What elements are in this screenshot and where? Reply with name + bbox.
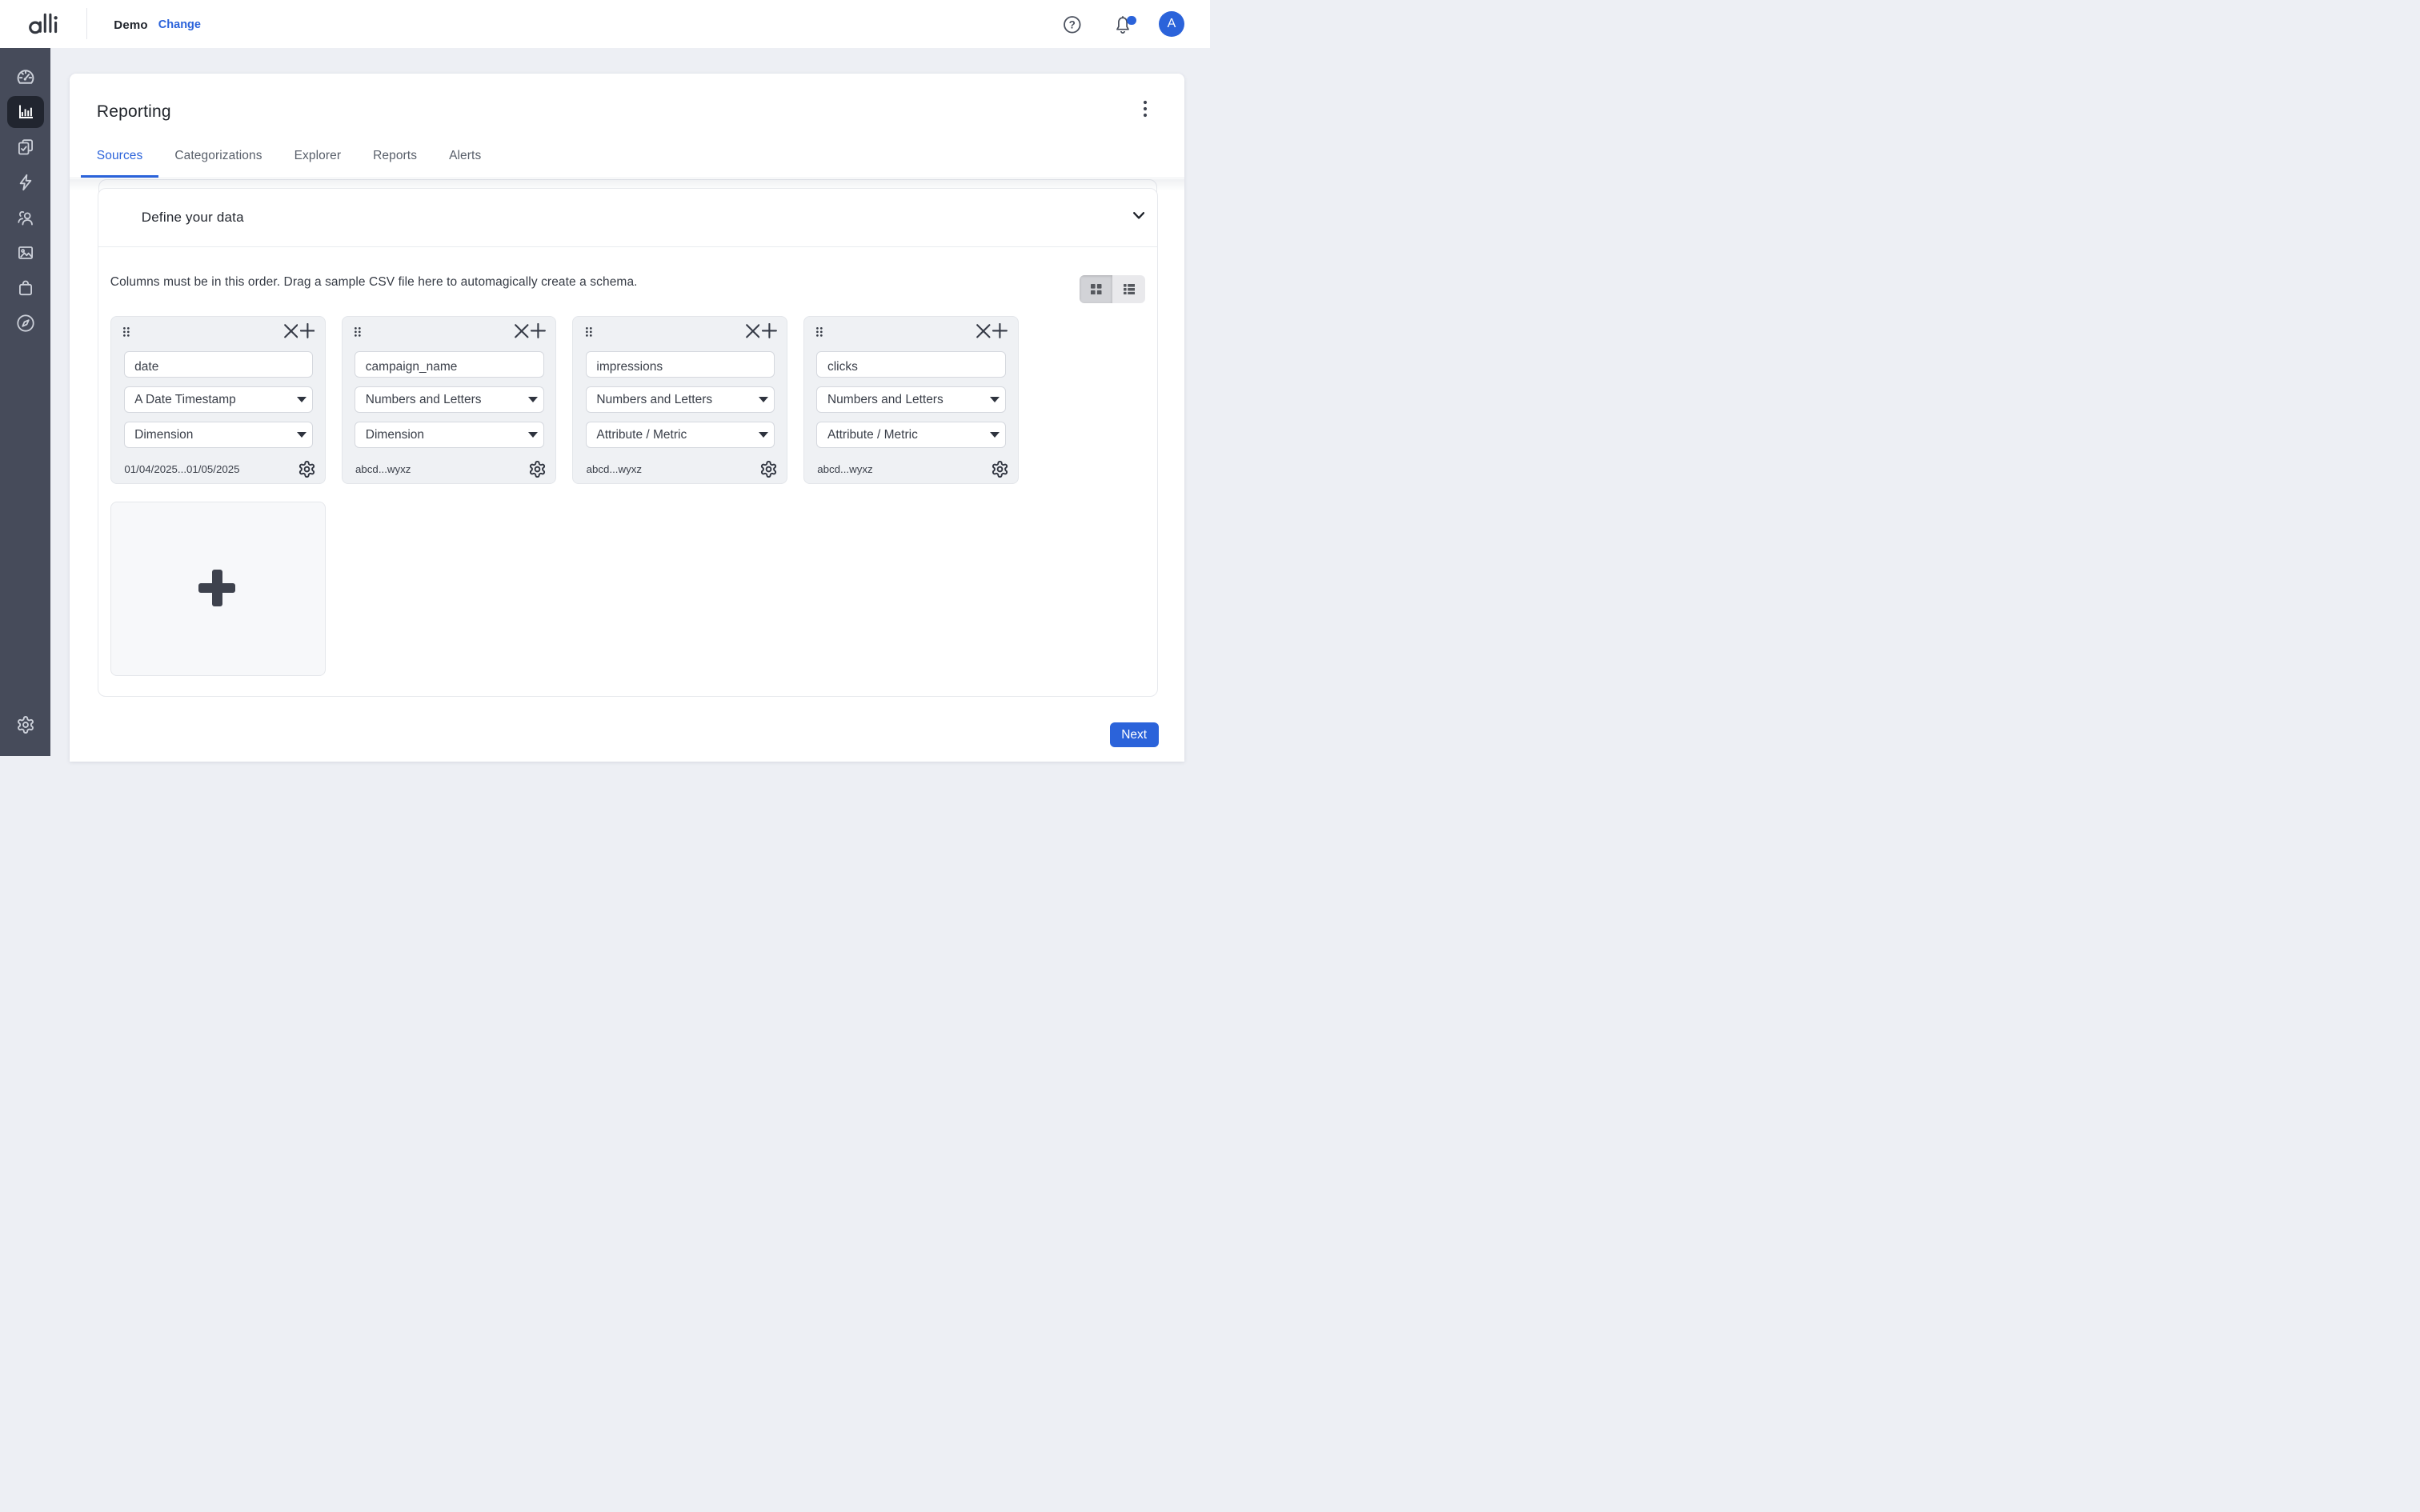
svg-text:?: ? <box>1069 19 1076 31</box>
